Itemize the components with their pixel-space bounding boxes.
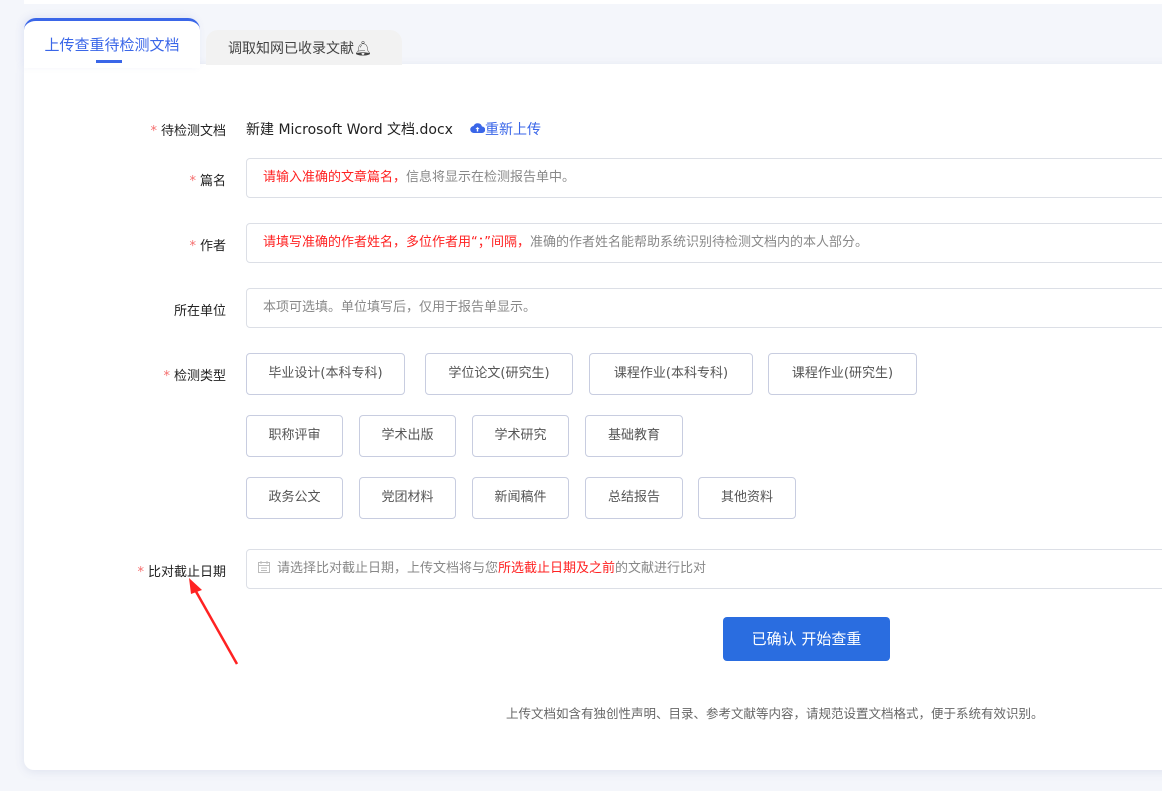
author-label: * 作者 — [189, 239, 226, 254]
type-option[interactable]: 毕业设计(本科专科) — [246, 353, 405, 395]
type-option[interactable]: 其他资料 — [698, 477, 796, 519]
type-option[interactable]: 总结报告 — [585, 477, 683, 519]
type-option[interactable]: 政务公文 — [246, 477, 343, 519]
reupload-link[interactable]: 重新上传 — [470, 119, 541, 139]
type-option[interactable]: 学位论文(研究生) — [425, 353, 573, 395]
tab-upload[interactable]: 上传查重待检测文档 — [24, 18, 200, 68]
type-option[interactable]: 课程作业(本科专科) — [589, 353, 753, 395]
filename: 新建 Microsoft Word 文档.docx — [246, 122, 453, 138]
tab-label: 调取知网已收录文献 — [228, 41, 354, 57]
tab-cnki[interactable]: 调取知网已收录文献🔔︎ — [206, 30, 402, 65]
title-input[interactable]: 请输入准确的文章篇名，信息将显示在检测报告单中。 — [246, 158, 1162, 198]
type-option[interactable]: 学术研究 — [472, 415, 569, 457]
type-option[interactable]: 新闻稿件 — [472, 477, 569, 519]
author-input[interactable]: 请填写准确的作者姓名，多位作者用“；”间隔，准确的作者姓名能帮助系统识别待检测文… — [246, 223, 1162, 263]
red-arrow-annotation — [189, 578, 239, 665]
unit-input[interactable]: 本项可选填。单位填写后，仅用于报告单显示。 — [246, 288, 1162, 328]
type-option[interactable]: 基础教育 — [585, 415, 683, 457]
unit-label: 所在单位 — [173, 304, 226, 319]
cloud-upload-icon — [470, 123, 486, 134]
type-option[interactable]: 学术出版 — [359, 415, 456, 457]
date-input[interactable]: 请选择比对截止日期，上传文档将与您所选截止日期及之前的文献进行比对 — [246, 549, 1162, 589]
title-label: * 篇名 — [189, 174, 226, 189]
tab-label: 上传查重待检测文档 — [44, 36, 180, 54]
type-option[interactable]: 职称评审 — [246, 415, 343, 457]
document-label: * 待检测文档 — [150, 124, 226, 139]
top-bar — [24, 0, 1162, 4]
confirm-button[interactable]: 已确认 开始查重 — [723, 617, 890, 661]
type-option[interactable]: 党团材料 — [359, 477, 456, 519]
type-label: * 检测类型 — [163, 369, 226, 384]
type-option[interactable]: 课程作业(研究生) — [768, 353, 917, 395]
format-note: 上传文档如含有独创性声明、目录、参考文献等内容，请规范设置文档格式，便于系统有效… — [506, 706, 1044, 721]
tab-underline — [96, 60, 122, 63]
bell-icon: 🔔︎ — [354, 41, 372, 57]
calendar-icon — [258, 561, 270, 573]
